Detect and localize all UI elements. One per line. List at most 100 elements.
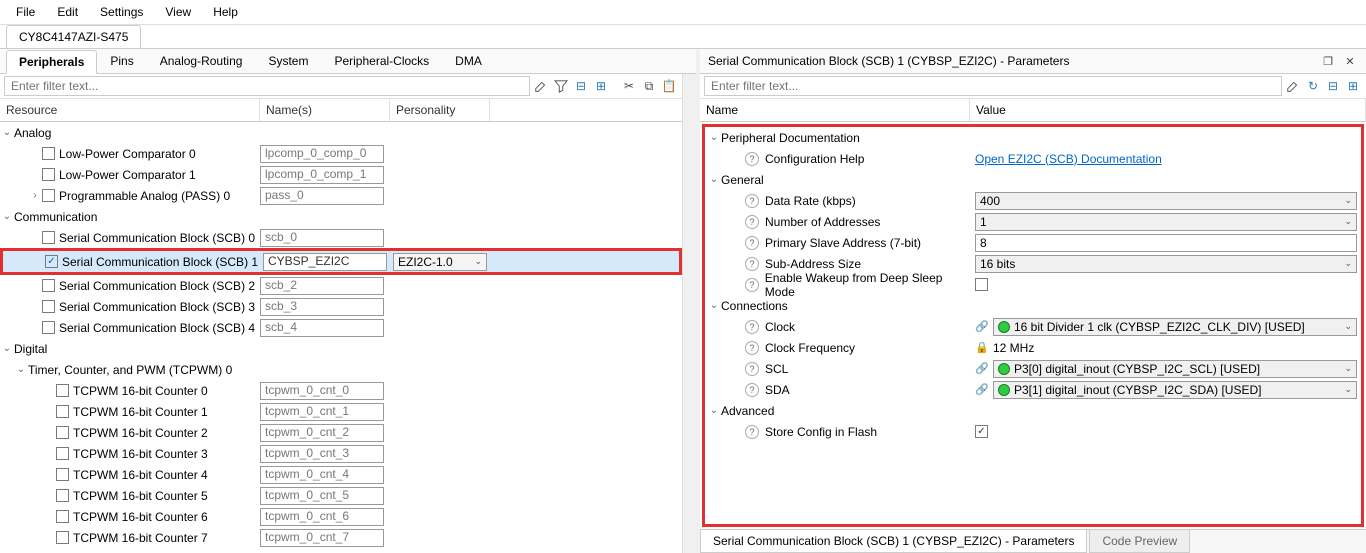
help-icon[interactable]: ? [745,152,759,166]
refresh-icon[interactable]: ↻ [1304,77,1322,95]
resource-name-field[interactable]: tcpwm_0_cnt_7 [260,529,384,547]
twisty-icon[interactable]: ⌄ [14,364,28,375]
param-row[interactable]: ⌄Connections [705,295,1361,316]
param-row[interactable]: ⌄General [705,169,1361,190]
col-header-resource[interactable]: Resource [0,99,260,121]
tab-pins[interactable]: Pins [97,49,146,73]
help-icon[interactable]: ? [745,341,759,355]
param-checkbox[interactable] [975,425,988,438]
collapse-all-icon[interactable]: ⊟ [1324,77,1342,95]
tab-peripheral-clocks[interactable]: Peripheral-Clocks [321,49,442,73]
twisty-icon[interactable]: ⌄ [0,127,14,138]
expand-all-icon[interactable]: ⊞ [592,77,610,95]
param-row[interactable]: ?Primary Slave Address (7-bit)8 [705,232,1361,253]
twisty-icon[interactable]: ⌄ [0,211,14,222]
filter-icon[interactable] [552,77,570,95]
enable-checkbox[interactable] [42,321,55,334]
resource-filter-input[interactable] [4,76,530,96]
enable-checkbox[interactable] [42,279,55,292]
resource-name-field[interactable]: tcpwm_0_cnt_0 [260,382,384,400]
edit-icon[interactable] [532,77,550,95]
param-dropdown[interactable]: 1⌄ [975,213,1357,231]
resource-name-field[interactable]: scb_4 [260,319,384,337]
col-header-name[interactable]: Name [700,99,970,121]
resource-name-field[interactable]: lpcomp_0_comp_0 [260,145,384,163]
tab-peripherals[interactable]: Peripherals [6,50,97,74]
doc-link[interactable]: Open EZI2C (SCB) Documentation [975,152,1162,166]
enable-checkbox[interactable] [42,168,55,181]
resource-name-field[interactable]: pass_0 [260,187,384,205]
enable-checkbox[interactable] [56,510,69,523]
enable-checkbox[interactable] [56,531,69,544]
param-row[interactable]: ?Configuration HelpOpen EZI2C (SCB) Docu… [705,148,1361,169]
menu-edit[interactable]: Edit [47,2,88,22]
param-dropdown[interactable]: 16 bits⌄ [975,255,1357,273]
tree-row[interactable]: TCPWM 16-bit Counter 4tcpwm_0_cnt_4 [0,464,682,485]
resource-name-field[interactable]: scb_0 [260,229,384,247]
tree-row[interactable]: Serial Communication Block (SCB) 4scb_4 [0,317,682,338]
resource-name-field[interactable]: tcpwm_0_cnt_1 [260,403,384,421]
tree-row[interactable]: TCPWM 16-bit Counter 5tcpwm_0_cnt_5 [0,485,682,506]
menu-settings[interactable]: Settings [90,2,153,22]
param-row[interactable]: ?Clock Frequency🔒12 MHz [705,337,1361,358]
twisty-icon[interactable]: ⌄ [707,174,721,185]
menu-view[interactable]: View [155,2,201,22]
tree-row[interactable]: ›Programmable Analog (PASS) 0pass_0 [0,185,682,206]
cut-icon[interactable]: ✂ [620,77,638,95]
param-row[interactable]: ⌄Peripheral Documentation [705,127,1361,148]
help-icon[interactable]: ? [745,362,759,376]
resource-name-field[interactable]: tcpwm_0_cnt_2 [260,424,384,442]
enable-checkbox[interactable] [56,447,69,460]
link-icon[interactable]: 🔗 [975,383,989,397]
parameter-filter-input[interactable] [704,76,1282,96]
tab-dma[interactable]: DMA [442,49,495,73]
menu-help[interactable]: Help [203,2,248,22]
tree-row[interactable]: ⌄Analog [0,122,682,143]
parameters-grid[interactable]: ⌄Peripheral Documentation?Configuration … [702,124,1364,527]
param-row[interactable]: ?Clock🔗16 bit Divider 1 clk (CYBSP_EZI2C… [705,316,1361,337]
enable-checkbox[interactable] [56,384,69,397]
resource-name-field[interactable]: tcpwm_0_cnt_6 [260,508,384,526]
enable-checkbox[interactable] [42,147,55,160]
link-icon[interactable]: 🔗 [975,362,989,376]
collapse-all-icon[interactable]: ⊟ [572,77,590,95]
enable-checkbox[interactable] [42,300,55,313]
enable-checkbox[interactable] [42,231,55,244]
twisty-icon[interactable]: › [28,190,42,201]
link-icon[interactable]: 🔗 [975,320,989,334]
help-icon[interactable]: ? [745,278,759,292]
twisty-icon[interactable]: ⌄ [707,132,721,143]
col-header-value[interactable]: Value [970,99,1366,121]
signal-select[interactable]: P3[1] digital_inout (CYBSP_I2C_SDA) [USE… [993,381,1357,399]
resource-name-field[interactable]: scb_2 [260,277,384,295]
param-row[interactable]: ?Number of Addresses1⌄ [705,211,1361,232]
twisty-icon[interactable]: ⌄ [0,343,14,354]
param-row[interactable]: ⌄Advanced [705,400,1361,421]
tree-row[interactable]: Serial Communication Block (SCB) 0scb_0 [0,227,682,248]
resource-tree[interactable]: ⌄AnalogLow-Power Comparator 0lpcomp_0_co… [0,122,682,553]
col-header-personality[interactable]: Personality [390,99,490,121]
resource-name-field[interactable]: CYBSP_EZI2C [263,253,387,271]
tree-row[interactable]: Serial Communication Block (SCB) 1CYBSP_… [3,251,679,272]
left-scrollbar[interactable] [682,74,696,553]
tree-row[interactable]: TCPWM 16-bit Counter 0tcpwm_0_cnt_0 [0,380,682,401]
tree-row[interactable]: ⌄Communication [0,206,682,227]
tree-row[interactable]: Low-Power Comparator 1lpcomp_0_comp_1 [0,164,682,185]
tree-row[interactable]: TCPWM 16-bit Counter 1tcpwm_0_cnt_1 [0,401,682,422]
signal-select[interactable]: 16 bit Divider 1 clk (CYBSP_EZI2C_CLK_DI… [993,318,1357,336]
param-row[interactable]: ?SCL🔗P3[0] digital_inout (CYBSP_I2C_SCL)… [705,358,1361,379]
tree-row[interactable]: TCPWM 16-bit Counter 7tcpwm_0_cnt_7 [0,527,682,548]
tree-row[interactable]: ⌄Digital [0,338,682,359]
resource-name-field[interactable]: tcpwm_0_cnt_5 [260,487,384,505]
expand-all-icon[interactable]: ⊞ [1344,77,1362,95]
bottom-tab[interactable]: Serial Communication Block (SCB) 1 (CYBS… [700,530,1087,553]
restore-icon[interactable]: ❐ [1320,53,1336,69]
param-row[interactable]: ?SDA🔗P3[1] digital_inout (CYBSP_I2C_SDA)… [705,379,1361,400]
edit-icon[interactable] [1284,77,1302,95]
param-dropdown[interactable]: 400⌄ [975,192,1357,210]
personality-select[interactable]: EZI2C-1.0⌄ [393,253,487,271]
help-icon[interactable]: ? [745,257,759,271]
enable-checkbox[interactable] [45,255,58,268]
enable-checkbox[interactable] [42,189,55,202]
tree-row[interactable]: Serial Communication Block (SCB) 3scb_3 [0,296,682,317]
